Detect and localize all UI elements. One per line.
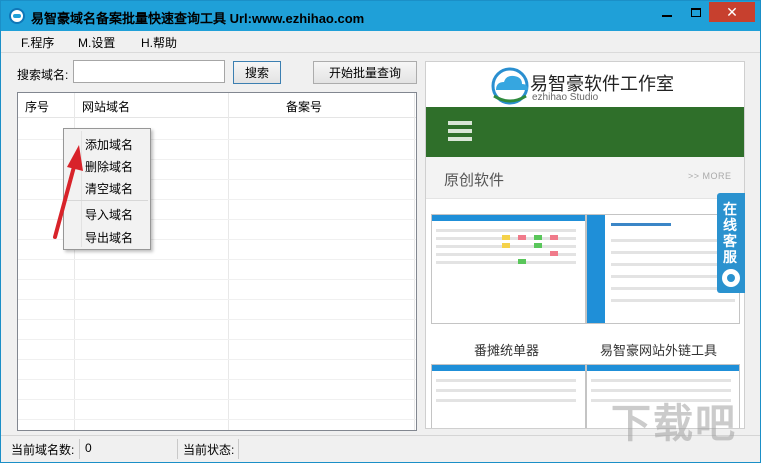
- thumbnail-cell: [502, 243, 510, 248]
- more-link[interactable]: >> MORE: [688, 171, 732, 181]
- section-header: 原创软件 >> MORE: [426, 157, 744, 199]
- minimize-button[interactable]: [653, 2, 681, 22]
- search-button[interactable]: 搜索: [233, 61, 281, 84]
- search-input[interactable]: [73, 60, 225, 83]
- software-caption[interactable]: 番摊统单器: [474, 340, 539, 359]
- window-title: 易智豪域名备案批量快速查询工具 Url:www.ezhihao.com: [31, 11, 365, 26]
- thumbnail-cell: [534, 243, 542, 248]
- search-label: 搜索域名:: [17, 68, 69, 82]
- thumbnail-row: [436, 399, 576, 402]
- title-bar[interactable]: 易智豪域名备案批量快速查询工具 Url:www.ezhihao.com ✕: [1, 1, 760, 31]
- menu-settings[interactable]: M.设置: [78, 34, 115, 51]
- thumbnail-row: [611, 223, 671, 226]
- context-add-domain[interactable]: 添加域名: [85, 136, 133, 153]
- minimize-icon: [662, 15, 672, 17]
- studio-logo-subtitle: ezhihao Studio: [532, 92, 599, 103]
- close-icon: ✕: [726, 3, 738, 20]
- table-header: 序号 网站域名 备案号: [18, 93, 416, 118]
- thumbnail-sidebar: [587, 215, 605, 323]
- thumbnail-row: [436, 379, 576, 382]
- column-divider: [414, 93, 415, 430]
- embedded-web-view[interactable]: 易智豪软件工作室 ezhihao Studio 原创软件 >> MORE 番摊统…: [425, 61, 745, 429]
- context-clear-domains[interactable]: 清空域名: [85, 180, 133, 197]
- thumbnail-row: [591, 379, 731, 382]
- menu-help[interactable]: H.帮助: [141, 34, 177, 51]
- row-divider: [18, 399, 416, 400]
- row-divider: [18, 419, 416, 420]
- context-delete-domain[interactable]: 删除域名: [85, 158, 133, 175]
- maximize-button[interactable]: [682, 2, 710, 22]
- status-divider: [79, 439, 80, 459]
- app-cloud-icon: [9, 8, 25, 24]
- column-header-index[interactable]: 序号: [25, 98, 49, 115]
- thumbnail-cell: [550, 235, 558, 240]
- close-button[interactable]: ✕: [709, 2, 755, 22]
- thumbnail-cell: [518, 259, 526, 264]
- start-batch-query-button[interactable]: 开始批量查询: [313, 61, 417, 84]
- app-window: 易智豪域名备案批量快速查询工具 Url:www.ezhihao.com ✕ F.…: [0, 0, 761, 463]
- hamburger-menu-icon[interactable]: [448, 121, 472, 141]
- software-thumbnail[interactable]: [431, 214, 586, 324]
- status-divider: [177, 439, 178, 459]
- thumbnail-titlebar: [432, 365, 585, 371]
- row-divider: [18, 359, 416, 360]
- software-caption[interactable]: 易智豪网站外链工具: [600, 340, 717, 359]
- thumbnail-cell: [550, 251, 558, 256]
- thumbnail-row: [436, 389, 576, 392]
- thumbnail-cell: [518, 235, 526, 240]
- maximize-icon: [691, 7, 701, 17]
- headset-icon: [722, 269, 740, 287]
- menu-program[interactable]: F.程序: [21, 34, 54, 51]
- row-divider: [18, 319, 416, 320]
- site-navbar: [426, 107, 744, 157]
- thumbnail-cell: [502, 235, 510, 240]
- context-import-domains[interactable]: 导入域名: [85, 206, 133, 223]
- column-header-domain[interactable]: 网站域名: [82, 98, 130, 115]
- thumbnail-titlebar: [587, 365, 739, 371]
- thumbnail-row: [436, 229, 576, 232]
- thumbnail-titlebar: [432, 215, 585, 221]
- thumbnail-row: [436, 261, 576, 264]
- menu-bar: F.程序 M.设置 H.帮助: [1, 31, 760, 53]
- section-title: 原创软件: [444, 172, 505, 189]
- status-divider: [238, 439, 239, 459]
- column-header-icp[interactable]: 备案号: [286, 98, 322, 115]
- thumbnail-row: [611, 299, 735, 302]
- row-divider: [18, 299, 416, 300]
- online-service-widget[interactable]: 在线客服: [717, 193, 745, 293]
- red-pointer-arrow: [53, 145, 83, 239]
- software-thumbnail[interactable]: [431, 364, 586, 428]
- column-divider: [228, 93, 229, 430]
- row-divider: [18, 379, 416, 380]
- context-export-domains[interactable]: 导出域名: [85, 229, 133, 246]
- row-divider: [18, 339, 416, 340]
- row-divider: [18, 279, 416, 280]
- status-state-label: 当前状态:: [183, 443, 235, 457]
- thumbnail-cell: [534, 235, 542, 240]
- online-service-label: 在线客服: [723, 201, 737, 265]
- status-count-value: 0: [85, 441, 92, 455]
- watermark-logo: 下载吧: [611, 402, 737, 446]
- status-count-label: 当前域名数:: [11, 443, 75, 457]
- row-divider: [18, 259, 416, 260]
